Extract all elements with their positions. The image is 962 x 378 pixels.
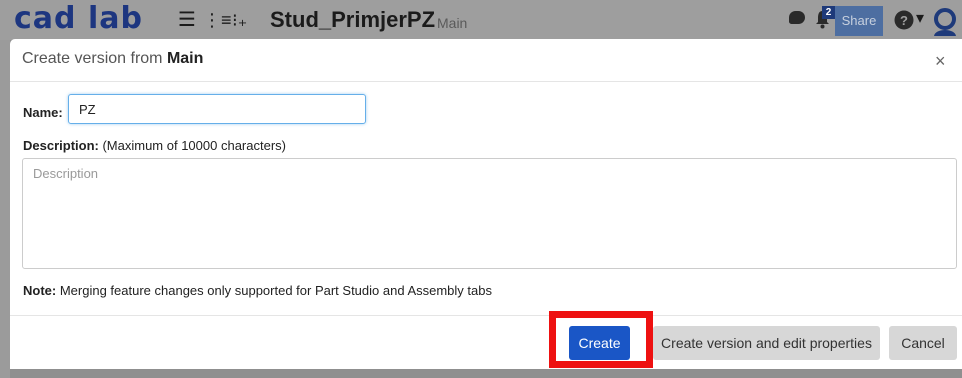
svg-text:?: ?	[900, 13, 908, 28]
app-logo: cad lab	[14, 1, 143, 36]
user-icon[interactable]	[932, 8, 958, 36]
description-label-row: Description: (Maximum of 10000 character…	[23, 138, 286, 153]
dialog-header: Create version from Main ×	[10, 39, 962, 82]
help-caret-icon[interactable]: ▾	[916, 8, 924, 28]
hamburger-icon[interactable]: ☰	[178, 10, 196, 30]
version-name-input[interactable]	[68, 94, 366, 124]
dialog-title-branch: Main	[166, 50, 204, 67]
dialog-title: Create version from Main	[22, 50, 203, 68]
description-label: Description:	[23, 138, 99, 153]
cancel-button[interactable]: Cancel	[889, 326, 957, 360]
description-textarea[interactable]	[22, 158, 957, 269]
create-button[interactable]: Create	[569, 326, 630, 360]
notification-count-badge: 2	[822, 6, 835, 19]
branch-name: Main	[437, 15, 468, 31]
app-header: cad lab ☰ ⋮≡ ⁝₊ Stud_PrimjerPZ Main 2 Sh…	[0, 0, 962, 40]
help-icon[interactable]: ?	[894, 10, 914, 30]
create-version-dialog: Create version from Main × Name: Descrip…	[10, 39, 962, 369]
close-icon[interactable]: ×	[935, 52, 946, 70]
chat-icon[interactable]	[789, 11, 805, 24]
share-button[interactable]: Share	[835, 6, 883, 36]
create-and-edit-properties-button[interactable]: Create version and edit properties	[653, 326, 880, 360]
feature-list-icon[interactable]: ⋮≡	[203, 10, 232, 30]
name-label: Name:	[23, 105, 63, 120]
description-hint: (Maximum of 10000 characters)	[102, 138, 286, 153]
note-text: Merging feature changes only supported f…	[59, 283, 492, 298]
merge-note: Note: Merging feature changes only suppo…	[23, 283, 492, 298]
document-title: Stud_PrimjerPZ	[270, 7, 436, 32]
insert-icon[interactable]: ⁝₊	[232, 10, 247, 30]
dialog-title-prefix: Create version from	[22, 50, 163, 67]
background-panel	[0, 40, 10, 378]
note-label: Note:	[23, 283, 57, 298]
